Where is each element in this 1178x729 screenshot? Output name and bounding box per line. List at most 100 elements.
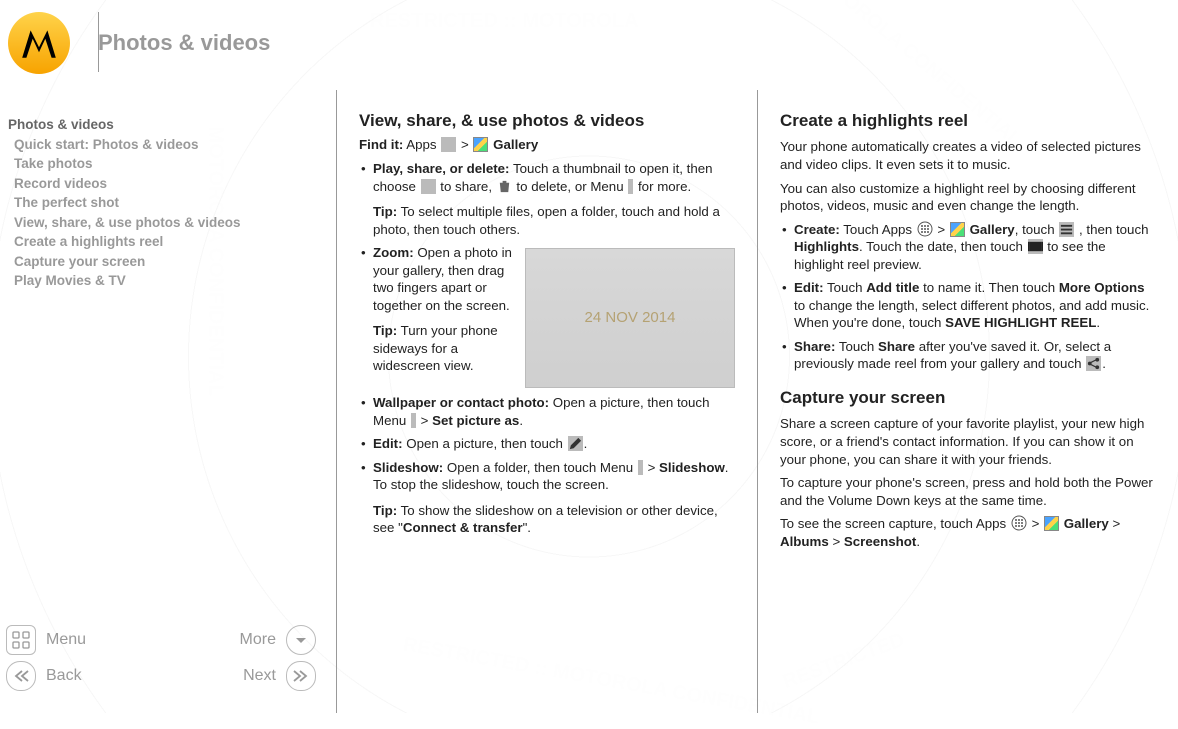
li-text: for more. xyxy=(634,179,691,194)
tip-label: Tip: xyxy=(373,323,397,338)
next-label: Next xyxy=(243,667,276,685)
li-text: . xyxy=(519,413,523,428)
sidebar-item-3[interactable]: Record videos xyxy=(8,174,318,194)
li-text: Open a folder, then touch Menu xyxy=(443,460,637,475)
more-icon xyxy=(286,625,316,655)
li-bold: Highlights xyxy=(794,239,859,254)
film-icon xyxy=(1028,239,1043,254)
column-1: View, share, & use photos & videos Find … xyxy=(336,90,757,713)
page-title: Photos & videos xyxy=(98,30,270,56)
li-text: , touch xyxy=(1015,222,1059,237)
more-label: More xyxy=(240,631,276,649)
apps-circle-icon xyxy=(917,221,933,237)
li-bold: Add title xyxy=(866,280,919,295)
sidebar-item-5[interactable]: View, share, & use photos & videos xyxy=(8,213,318,233)
li-bold: SAVE HIGHLIGHT REEL xyxy=(945,315,1096,330)
li-bold: Share: xyxy=(794,339,835,354)
back-button[interactable]: Back xyxy=(6,661,82,691)
apps-circle-icon xyxy=(1011,515,1027,531)
li-text: . Touch the date, then touch xyxy=(859,239,1027,254)
list-item: Slideshow: Open a folder, then touch Men… xyxy=(359,459,735,537)
more-button[interactable]: More xyxy=(240,625,316,655)
findit-apps-text: Apps xyxy=(403,137,440,152)
sidebar-item-8[interactable]: Play Movies & TV xyxy=(8,271,318,291)
arrow-icon: > xyxy=(417,413,432,428)
findit-label: Find it: xyxy=(359,137,403,152)
apps-grid-icon xyxy=(441,137,456,152)
li-bold: Edit: xyxy=(794,280,824,295)
page-header: Photos & videos xyxy=(0,0,1178,74)
gallery-icon xyxy=(473,137,488,152)
menu-icon xyxy=(6,625,36,655)
menu-button[interactable]: Menu xyxy=(6,625,86,655)
motorola-logo xyxy=(8,12,70,74)
arrow-icon: > xyxy=(1028,516,1043,531)
back-label: Back xyxy=(46,667,82,685)
sidebar-toc: Photos & videos Quick start: Photos & vi… xyxy=(8,115,318,291)
paragraph: To see the screen capture, touch Apps > … xyxy=(780,515,1156,550)
paragraph: To capture your phone's screen, press an… xyxy=(780,474,1156,509)
sidebar-item-1[interactable]: Quick start: Photos & videos xyxy=(8,135,318,155)
next-button[interactable]: Next xyxy=(243,661,316,691)
share-icon xyxy=(1086,356,1101,371)
sidebar-item-6[interactable]: Create a highlights reel xyxy=(8,232,318,252)
photo-placeholder: 24 NOV 2014 xyxy=(525,248,735,388)
li-text: . xyxy=(584,436,588,451)
tip-label: Tip: xyxy=(373,204,397,219)
gallery-icon xyxy=(950,222,965,237)
li-bold: Wallpaper or contact photo: xyxy=(373,395,549,410)
col2-heading1: Create a highlights reel xyxy=(780,110,1156,132)
col2-list: Create: Touch Apps > Gallery, touch , th… xyxy=(780,221,1156,373)
arrow-icon: > xyxy=(644,460,659,475)
li-bold: More Options xyxy=(1059,280,1145,295)
next-icon xyxy=(286,661,316,691)
li-bold: Edit: xyxy=(373,436,403,451)
paragraph: Your phone automatically creates a video… xyxy=(780,138,1156,173)
menu-label: Menu xyxy=(46,631,86,649)
li-bold: Play, share, or delete: xyxy=(373,161,509,176)
tip-text: ". xyxy=(523,520,531,535)
li-bold: Gallery xyxy=(966,222,1015,237)
li-text: to name it. Then touch xyxy=(919,280,1058,295)
list-item: Edit: Open a picture, then touch . xyxy=(359,435,735,453)
col1-list: Play, share, or delete: Touch a thumbnai… xyxy=(359,160,735,537)
paragraph: Share a screen capture of your favorite … xyxy=(780,415,1156,468)
tip: Tip: To show the slideshow on a televisi… xyxy=(373,502,735,537)
watermark-date: 24 NOV 2014 xyxy=(585,308,676,328)
li-bold: Set picture as xyxy=(432,413,519,428)
arrow-icon: > xyxy=(934,222,949,237)
li-text: to share, xyxy=(437,179,496,194)
li-text: . xyxy=(1096,315,1100,330)
sidebar-item-0[interactable]: Photos & videos xyxy=(8,115,318,135)
li-text: to delete, or Menu xyxy=(513,179,628,194)
column-2: Create a highlights reel Your phone auto… xyxy=(757,90,1178,713)
find-it-line: Find it: Apps > Gallery xyxy=(359,136,735,154)
menu-dots-icon xyxy=(638,460,643,475)
li-text: Touch xyxy=(835,339,878,354)
tip: Tip: Turn your phone sideways for a wide… xyxy=(373,322,515,375)
tip-label: Tip: xyxy=(373,503,397,518)
sidebar-item-7[interactable]: Capture your screen xyxy=(8,252,318,272)
p-bold: Screenshot xyxy=(844,534,916,549)
li-bold: Slideshow: xyxy=(373,460,443,475)
sidebar-item-2[interactable]: Take photos xyxy=(8,154,318,174)
tip-link: Connect & transfer xyxy=(403,520,523,535)
list-item: Wallpaper or contact photo: Open a pictu… xyxy=(359,394,735,429)
li-text: . xyxy=(1102,356,1106,371)
header-divider xyxy=(98,12,99,72)
list-item: Create: Touch Apps > Gallery, touch , th… xyxy=(780,221,1156,274)
col2-heading2: Capture your screen xyxy=(780,387,1156,409)
li-text: , then touch xyxy=(1075,222,1148,237)
bottom-nav: Menu More Back Next xyxy=(6,625,316,697)
tip: Tip: To select multiple files, open a fo… xyxy=(373,203,735,238)
share-box-icon xyxy=(421,179,436,194)
hamburger-icon xyxy=(1059,222,1074,237)
back-icon xyxy=(6,661,36,691)
li-text: Open a picture, then touch xyxy=(403,436,567,451)
p-text: . xyxy=(916,534,920,549)
content-area: View, share, & use photos & videos Find … xyxy=(336,90,1178,713)
findit-gallery-text: Gallery xyxy=(489,137,538,152)
trash-icon xyxy=(497,179,512,194)
sidebar-item-4[interactable]: The perfect shot xyxy=(8,193,318,213)
arrow-icon: > xyxy=(829,534,844,549)
